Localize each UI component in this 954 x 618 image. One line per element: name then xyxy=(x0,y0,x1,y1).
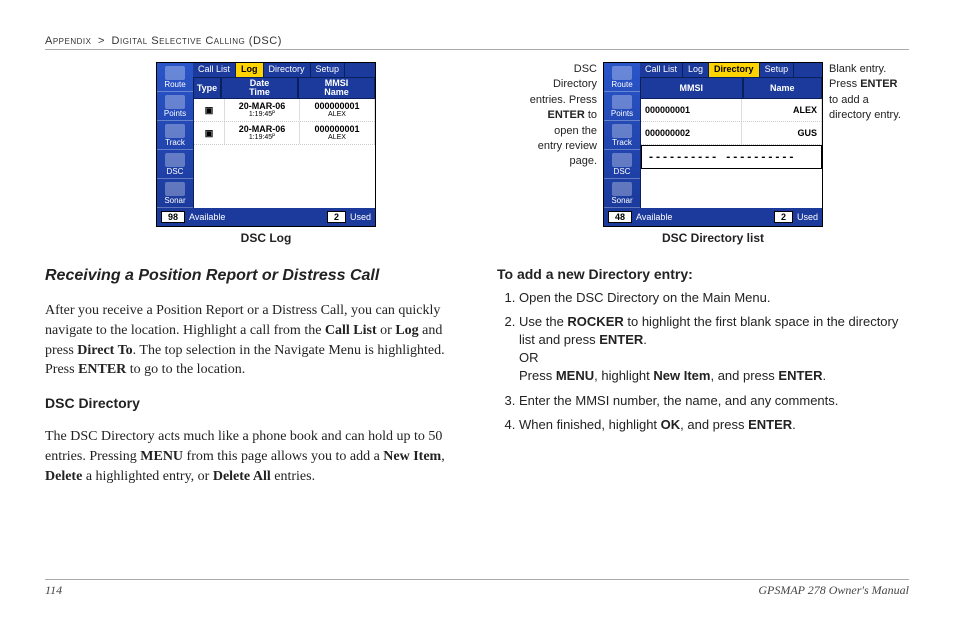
callout-right: Blank entry. Press ENTER to add a direct… xyxy=(829,62,909,124)
tab-directory[interactable]: Directory xyxy=(264,63,311,77)
header-section: Appendix xyxy=(45,35,91,47)
left-column: Receiving a Position Report or Distress … xyxy=(45,265,457,500)
step-item: Open the DSC Directory on the Main Menu. xyxy=(519,289,909,307)
dsc-icon xyxy=(612,153,632,167)
callout-left: DSC Directory entries. Press ENTER to op… xyxy=(527,62,597,170)
tab-directory[interactable]: Directory xyxy=(709,63,760,77)
device-screen-log: Route Points Track DSC Sonar Call List L… xyxy=(156,62,376,227)
sidebar-dsc[interactable]: DSC xyxy=(604,150,640,179)
sidebar-sonar[interactable]: Sonar xyxy=(157,179,193,208)
tab-call-list[interactable]: Call List xyxy=(640,63,683,77)
sidebar-points[interactable]: Points xyxy=(157,92,193,121)
col-date: DateTime xyxy=(221,77,298,99)
sidebar-route[interactable]: Route xyxy=(604,63,640,92)
figure-caption: DSC Directory list xyxy=(662,231,764,245)
used-label: Used xyxy=(350,212,371,222)
sidebar-route[interactable]: Route xyxy=(157,63,193,92)
dsc-icon xyxy=(165,153,185,167)
section-heading: Receiving a Position Report or Distress … xyxy=(45,265,457,287)
header-subsection: Digital Selective Calling (DSC) xyxy=(112,35,282,47)
body-paragraph: After you receive a Position Report or a… xyxy=(45,301,457,379)
route-icon xyxy=(612,66,632,80)
header-caret: > xyxy=(98,35,105,47)
points-icon xyxy=(612,95,632,109)
blank-row[interactable]: ---------- ---------- xyxy=(641,145,822,169)
subheading-dsc-directory: DSC Directory xyxy=(45,394,457,414)
page-footer: 114 GPSMAP 278 Owner's Manual xyxy=(45,579,909,598)
figure-caption: DSC Log xyxy=(241,231,292,245)
sidebar-points[interactable]: Points xyxy=(604,92,640,121)
log-list: ▣ 20-MAR-061:19:45ᴾ 000000001ALEX ▣ 20-M… xyxy=(193,99,375,208)
col-name: Name xyxy=(743,77,822,99)
tabs-row: Call List Log Directory Setup xyxy=(193,63,375,77)
track-icon xyxy=(165,124,185,138)
subheading-add-entry: To add a new Directory entry: xyxy=(497,265,909,285)
used-label: Used xyxy=(797,212,818,222)
col-type: Type xyxy=(193,77,221,99)
type-icon: ▣ xyxy=(194,122,225,144)
available-label: Available xyxy=(636,212,672,222)
tab-setup[interactable]: Setup xyxy=(311,63,346,77)
page-number: 114 xyxy=(45,583,62,598)
column-headers: MMSI Name xyxy=(640,77,822,99)
device-sidebar: Route Points Track DSC Sonar xyxy=(157,63,193,208)
points-icon xyxy=(165,95,185,109)
figures-row: Route Points Track DSC Sonar Call List L… xyxy=(45,62,909,245)
table-row[interactable]: ▣ 20-MAR-061:19:45ᴾ 000000001ALEX xyxy=(194,99,375,122)
table-row[interactable]: 000000001 ALEX xyxy=(641,99,822,122)
status-bar: 48 Available 2 Used xyxy=(604,208,822,226)
available-label: Available xyxy=(189,212,225,222)
tabs-row: Call List Log Directory Setup xyxy=(640,63,822,77)
tab-log[interactable]: Log xyxy=(236,63,264,77)
table-row[interactable]: 000000002 GUS xyxy=(641,122,822,145)
body-columns: Receiving a Position Report or Distress … xyxy=(45,265,909,500)
manual-title: GPSMAP 278 Owner's Manual xyxy=(758,583,909,598)
step-item: Use the ROCKER to highlight the first bl… xyxy=(519,313,909,386)
directory-list: 000000001 ALEX 000000002 GUS ---------- … xyxy=(640,99,822,208)
sonar-icon xyxy=(165,182,185,196)
tab-log[interactable]: Log xyxy=(683,63,709,77)
steps-list: Open the DSC Directory on the Main Menu.… xyxy=(497,289,909,434)
figure-dsc-directory-wrap: DSC Directory entries. Press ENTER to op… xyxy=(527,62,909,245)
route-icon xyxy=(165,66,185,80)
device-screen-directory: Route Points Track DSC Sonar Call List L… xyxy=(603,62,823,227)
col-mmsi: MMSIName xyxy=(298,77,375,99)
status-bar: 98 Available 2 Used xyxy=(157,208,375,226)
available-count: 48 xyxy=(608,211,632,223)
used-count: 2 xyxy=(327,211,346,223)
tab-call-list[interactable]: Call List xyxy=(193,63,236,77)
sonar-icon xyxy=(612,182,632,196)
body-paragraph: The DSC Directory acts much like a phone… xyxy=(45,427,457,486)
figure-dsc-directory: Route Points Track DSC Sonar Call List L… xyxy=(603,62,823,245)
available-count: 98 xyxy=(161,211,185,223)
track-icon xyxy=(612,124,632,138)
tab-setup[interactable]: Setup xyxy=(760,63,795,77)
right-column: To add a new Directory entry: Open the D… xyxy=(497,265,909,500)
used-count: 2 xyxy=(774,211,793,223)
step-item: When finished, highlight OK, and press E… xyxy=(519,416,909,434)
table-row[interactable]: ▣ 20-MAR-061:19:45ᴾ 000000001ALEX xyxy=(194,122,375,145)
sidebar-track[interactable]: Track xyxy=(157,121,193,150)
device-sidebar: Route Points Track DSC Sonar xyxy=(604,63,640,208)
col-mmsi: MMSI xyxy=(640,77,743,99)
sidebar-sonar[interactable]: Sonar xyxy=(604,179,640,208)
type-icon: ▣ xyxy=(194,99,225,121)
sidebar-dsc[interactable]: DSC xyxy=(157,150,193,179)
column-headers: Type DateTime MMSIName xyxy=(193,77,375,99)
page-header: Appendix > Digital Selective Calling (DS… xyxy=(45,35,909,50)
sidebar-track[interactable]: Track xyxy=(604,121,640,150)
step-item: Enter the MMSI number, the name, and any… xyxy=(519,392,909,410)
figure-dsc-log: Route Points Track DSC Sonar Call List L… xyxy=(45,62,487,245)
